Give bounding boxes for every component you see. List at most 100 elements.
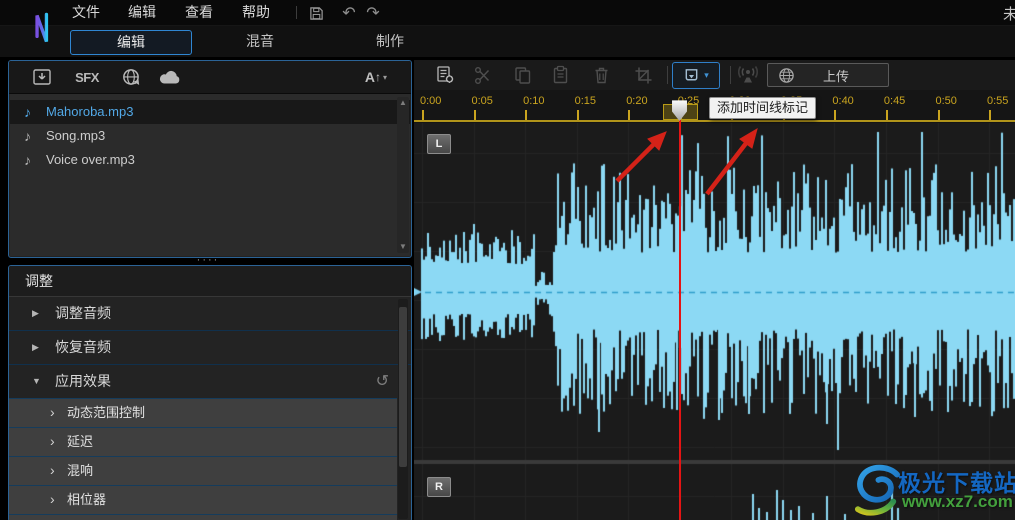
adjust-scrollbar[interactable] xyxy=(398,299,408,519)
cut-button[interactable] xyxy=(471,63,495,87)
reset-effects-icon[interactable]: ↺ xyxy=(376,365,389,398)
upload-globe-icon xyxy=(778,67,795,84)
trash-icon xyxy=(595,67,607,83)
file-row[interactable]: ♪ Voice over.mp3 xyxy=(10,148,410,172)
properties-button[interactable] xyxy=(433,63,457,87)
adjust-section-label: 恢复音频 xyxy=(55,339,111,355)
effect-item-row[interactable]: › 动态范围控制 xyxy=(9,398,397,427)
ruler-tick-label: 0:50 xyxy=(935,95,957,107)
ambience-speaker-icon xyxy=(738,66,758,83)
playhead-line[interactable] xyxy=(679,110,681,520)
marker-dropdown-icon[interactable]: ▾ xyxy=(704,70,709,81)
file-name: Mahoroba.mp3 xyxy=(46,104,134,119)
sort-button[interactable]: A ↑ ▾ xyxy=(353,65,399,89)
menu-bar: 文件 编辑 查看 帮助 ↶ ↷ 未 xyxy=(0,0,1015,26)
tab-3[interactable]: 制作 xyxy=(355,30,425,53)
music-note-icon: ♪ xyxy=(24,128,31,144)
menu-item-3[interactable]: 查看 xyxy=(185,0,213,25)
import-media-button[interactable] xyxy=(29,65,55,89)
watermark-swirl-icon xyxy=(854,464,900,516)
music-note-icon: ♪ xyxy=(24,152,31,168)
chevron-collapsed-icon: ▶ xyxy=(32,308,39,318)
effect-item-row[interactable]: › 镶边器 xyxy=(9,514,397,520)
chevron-item-icon: › xyxy=(50,404,55,420)
menu-item-1[interactable]: 文件 xyxy=(72,0,100,25)
effect-item-row[interactable]: › 相位器 xyxy=(9,485,397,514)
toolbar-separator xyxy=(667,66,668,84)
file-name: Song.mp3 xyxy=(46,128,106,143)
ruler-tick-label: 0:15 xyxy=(574,95,597,107)
upload-button[interactable]: 上传 xyxy=(767,63,889,87)
add-marker-button[interactable]: ▾ xyxy=(672,62,720,89)
adjust-section-row[interactable]: ▼ 应用效果 ↺ xyxy=(9,364,411,398)
scroll-up-icon[interactable]: ▲ xyxy=(397,97,409,109)
trim-button[interactable] xyxy=(631,63,655,87)
toolbar-separator-2 xyxy=(730,66,731,84)
ruler-tick-label: 0:05 xyxy=(471,95,493,107)
adjust-section-row[interactable]: ▶ 恢复音频 xyxy=(9,330,411,364)
sfx-label: SFX xyxy=(75,69,99,85)
effect-item-label: 镶边器 xyxy=(67,515,106,520)
effect-item-label: 动态范围控制 xyxy=(67,405,146,420)
ruler-tick xyxy=(576,110,579,120)
adjust-panel-title: 调整 xyxy=(25,273,53,289)
project-title-partial: 未 xyxy=(1003,6,1015,23)
left-channel-label: L xyxy=(427,134,451,154)
sfx-button[interactable]: SFX xyxy=(73,65,101,89)
copy-button[interactable] xyxy=(511,63,535,87)
menu-item-2[interactable]: 编辑 xyxy=(128,0,156,25)
ruler-tick xyxy=(834,110,837,120)
import-media-icon xyxy=(32,69,51,85)
waveform-logo-icon xyxy=(16,12,54,43)
ruler-tick-label: 0:10 xyxy=(523,95,545,107)
paste-button[interactable] xyxy=(549,63,573,87)
ruler-tick xyxy=(525,110,528,120)
tab-2[interactable]: 混音 xyxy=(225,30,295,53)
cloud-icon xyxy=(159,70,180,84)
sort-dropdown-icon: ▾ xyxy=(383,72,388,82)
sort-letter: A xyxy=(364,69,376,85)
adjust-section-row[interactable]: ▶ 调整音频 xyxy=(9,297,411,330)
timeline-marker-icon xyxy=(685,69,698,81)
chevron-item-icon: › xyxy=(50,491,55,507)
effect-item-label: 混响 xyxy=(67,463,94,478)
effect-item-row[interactable]: › 混响 xyxy=(9,456,397,485)
menu-item-4[interactable]: 帮助 xyxy=(242,0,270,25)
ruler-tick-label: 0:40 xyxy=(832,95,854,107)
redo-button[interactable]: ↷ xyxy=(362,3,384,23)
delete-button[interactable] xyxy=(589,63,613,87)
adjust-panel: 调整 ▶ 调整音频 ▶ 恢复音频 ▼ 应用效果 ↺ › 动态范围控制 › 延迟 › 混响 › 相位器 › 镶边器 xyxy=(8,265,412,520)
library-scrollbar[interactable]: ▲ ▼ xyxy=(397,97,409,253)
app-window: 文件 编辑 查看 帮助 ↶ ↷ 未 编辑 混音 制作 SFX A ↑ ▾ ♪ M… xyxy=(0,0,1015,520)
save-icon xyxy=(309,6,323,20)
properties-icon xyxy=(437,66,454,83)
app-logo xyxy=(12,4,60,52)
tab-1[interactable]: 编辑 xyxy=(70,30,192,55)
ruler-tick-label: 0:20 xyxy=(626,95,648,107)
ruler-baseline xyxy=(414,120,1015,122)
site-watermark: 极光下载站 www.xz7.com xyxy=(854,460,1015,520)
effect-item-row[interactable]: › 延迟 xyxy=(9,427,397,456)
music-note-icon: ♪ xyxy=(24,104,31,120)
marker-tooltip: 添加时间线标记 xyxy=(709,97,817,119)
library-toolbar: SFX A ↑ ▾ xyxy=(9,61,411,94)
ruler-tick-label: 0:55 xyxy=(987,95,1009,107)
file-row[interactable]: ♪ Song.mp3 xyxy=(10,124,410,148)
undo-button[interactable]: ↶ xyxy=(338,3,360,23)
scroll-down-icon[interactable]: ▼ xyxy=(397,241,409,253)
download-sound-button[interactable] xyxy=(118,65,144,89)
adjust-section-label: 调整音频 xyxy=(55,305,111,321)
file-row[interactable]: ♪ Mahoroba.mp3 xyxy=(10,100,410,124)
mode-tab-bar: 编辑 混音 制作 xyxy=(0,26,1015,57)
save-button[interactable] xyxy=(305,3,327,23)
adjust-panel-header: 调整 xyxy=(9,266,411,297)
cloud-button[interactable] xyxy=(156,65,186,89)
normalize-button[interactable] xyxy=(736,63,760,87)
ruler-tick-label: 0:00 xyxy=(420,95,442,107)
ruler-tick xyxy=(628,110,631,120)
ruler-tick xyxy=(885,110,888,120)
copy-icon xyxy=(515,67,531,84)
chevron-item-icon: › xyxy=(50,433,55,449)
upload-label: 上传 xyxy=(823,68,850,84)
adjust-scrollbar-thumb[interactable] xyxy=(399,307,407,467)
